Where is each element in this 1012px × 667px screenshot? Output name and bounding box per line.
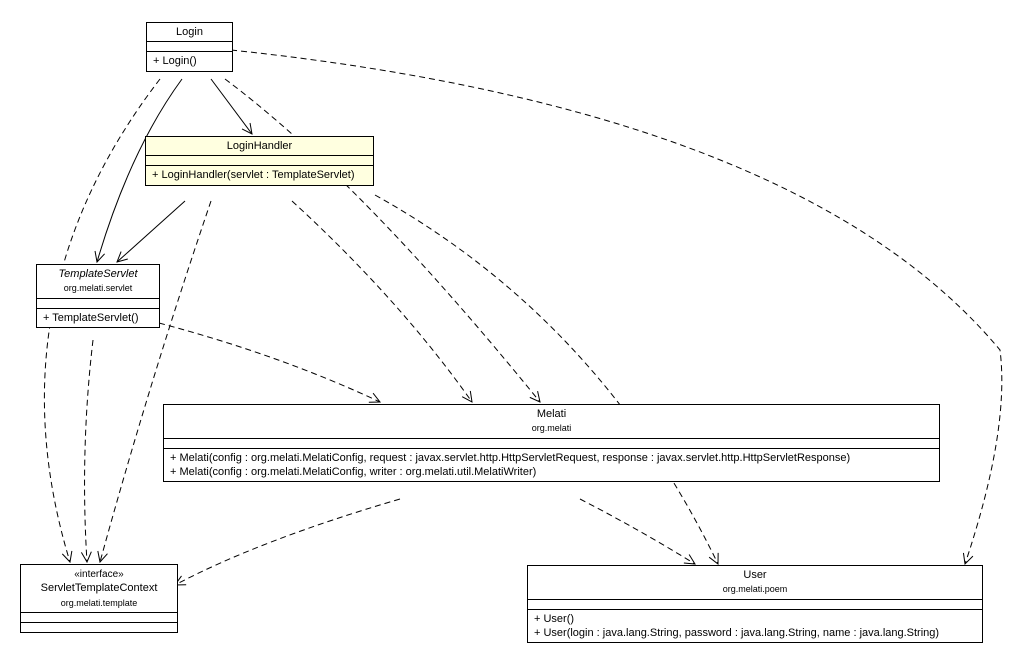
edge-melati-to-user bbox=[580, 499, 695, 564]
class-login-attrs bbox=[147, 42, 232, 52]
class-user-name: User bbox=[743, 569, 766, 581]
class-user-head: User org.melati.poem bbox=[528, 566, 982, 600]
class-stc-name: ServletTemplateContext bbox=[41, 582, 158, 594]
class-templateservlet-attrs bbox=[37, 299, 159, 309]
class-melati-ops: + Melati(config : org.melati.MelatiConfi… bbox=[164, 449, 939, 482]
class-login: Login + Login() bbox=[146, 22, 233, 72]
class-templateservlet-pkg: org.melati.servlet bbox=[64, 283, 133, 293]
class-stc-pkg: org.melati.template bbox=[61, 598, 138, 608]
class-user-op-0: + User() bbox=[534, 613, 574, 625]
edge-login-to-melati bbox=[225, 79, 540, 402]
class-melati-op-0: + Melati(config : org.melati.MelatiConfi… bbox=[170, 452, 850, 464]
class-templateservlet-op-0: + TemplateServlet() bbox=[37, 309, 159, 327]
class-loginhandler-op-0: + LoginHandler(servlet : TemplateServlet… bbox=[146, 166, 373, 184]
class-melati-name: Melati bbox=[537, 408, 566, 420]
class-user-op-1: + User(login : java.lang.String, passwor… bbox=[534, 627, 939, 639]
class-stc-head: «interface» ServletTemplateContext org.m… bbox=[21, 565, 177, 613]
edge-loginhandler-to-stc bbox=[100, 201, 211, 562]
class-loginhandler: LoginHandler + LoginHandler(servlet : Te… bbox=[145, 136, 374, 186]
class-templateservlet-head: TemplateServlet org.melati.servlet bbox=[37, 265, 159, 299]
edge-templateservlet-to-stc bbox=[85, 340, 93, 562]
class-melati-attrs bbox=[164, 439, 939, 449]
edge-loginhandler-to-user bbox=[375, 195, 718, 564]
edge-loginhandler-to-melati bbox=[292, 201, 472, 402]
class-melati-pkg: org.melati bbox=[532, 423, 572, 433]
edge-loginhandler-to-templateservlet bbox=[117, 201, 185, 262]
uml-diagram: Login + Login() LoginHandler + LoginHand… bbox=[0, 0, 1012, 667]
class-login-name: Login bbox=[147, 23, 232, 42]
class-user-ops: + User() + User(login : java.lang.String… bbox=[528, 610, 982, 643]
edge-melati-to-stc bbox=[175, 499, 400, 585]
class-loginhandler-attrs bbox=[146, 156, 373, 166]
class-stc: «interface» ServletTemplateContext org.m… bbox=[20, 564, 178, 633]
class-stc-attrs bbox=[21, 613, 177, 623]
class-melati-head: Melati org.melati bbox=[164, 405, 939, 439]
class-melati-op-1: + Melati(config : org.melati.MelatiConfi… bbox=[170, 466, 536, 478]
class-templateservlet-name: TemplateServlet bbox=[58, 268, 137, 280]
class-templateservlet: TemplateServlet org.melati.servlet + Tem… bbox=[36, 264, 160, 328]
edge-login-to-user bbox=[231, 50, 1002, 564]
class-user: User org.melati.poem + User() + User(log… bbox=[527, 565, 983, 643]
edge-login-to-loginhandler bbox=[211, 79, 252, 134]
class-user-pkg: org.melati.poem bbox=[723, 584, 788, 594]
class-stc-stereo: «interface» bbox=[74, 569, 123, 580]
edge-templateservlet-to-melati bbox=[159, 323, 380, 402]
class-user-attrs bbox=[528, 600, 982, 610]
class-stc-ops bbox=[21, 623, 177, 632]
class-loginhandler-name: LoginHandler bbox=[146, 137, 373, 156]
class-melati: Melati org.melati + Melati(config : org.… bbox=[163, 404, 940, 482]
class-login-op-0: + Login() bbox=[147, 52, 232, 70]
